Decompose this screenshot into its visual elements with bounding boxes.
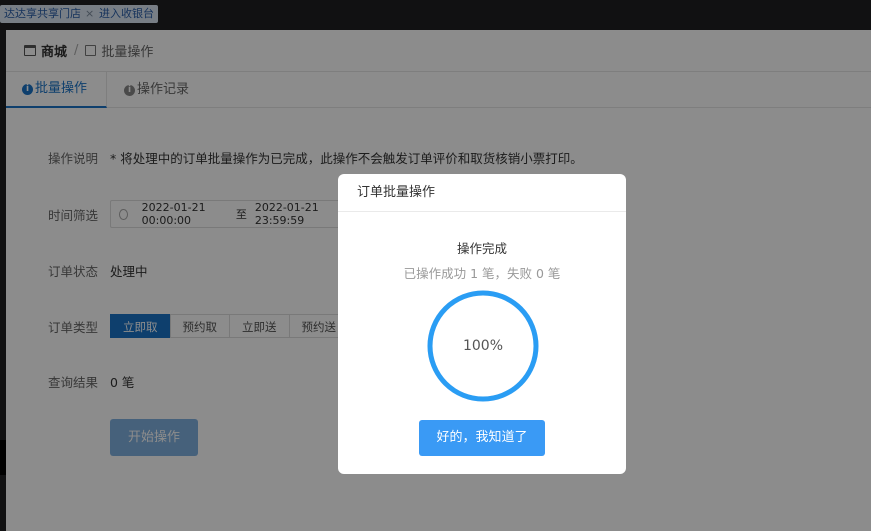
ok-button[interactable]: 好的，我知道了 [419,420,545,456]
modal-summary: 已操作成功 1 笔，失败 0 笔 [403,266,561,281]
progress-percent: 100% [462,338,504,354]
modal-title: 订单批量操作 [338,174,626,212]
modal-status: 操作完成 [456,241,507,256]
batch-operation-modal: 订单批量操作 操作完成 已操作成功 1 笔，失败 0 笔 100% 好的，我知道… [338,174,626,474]
